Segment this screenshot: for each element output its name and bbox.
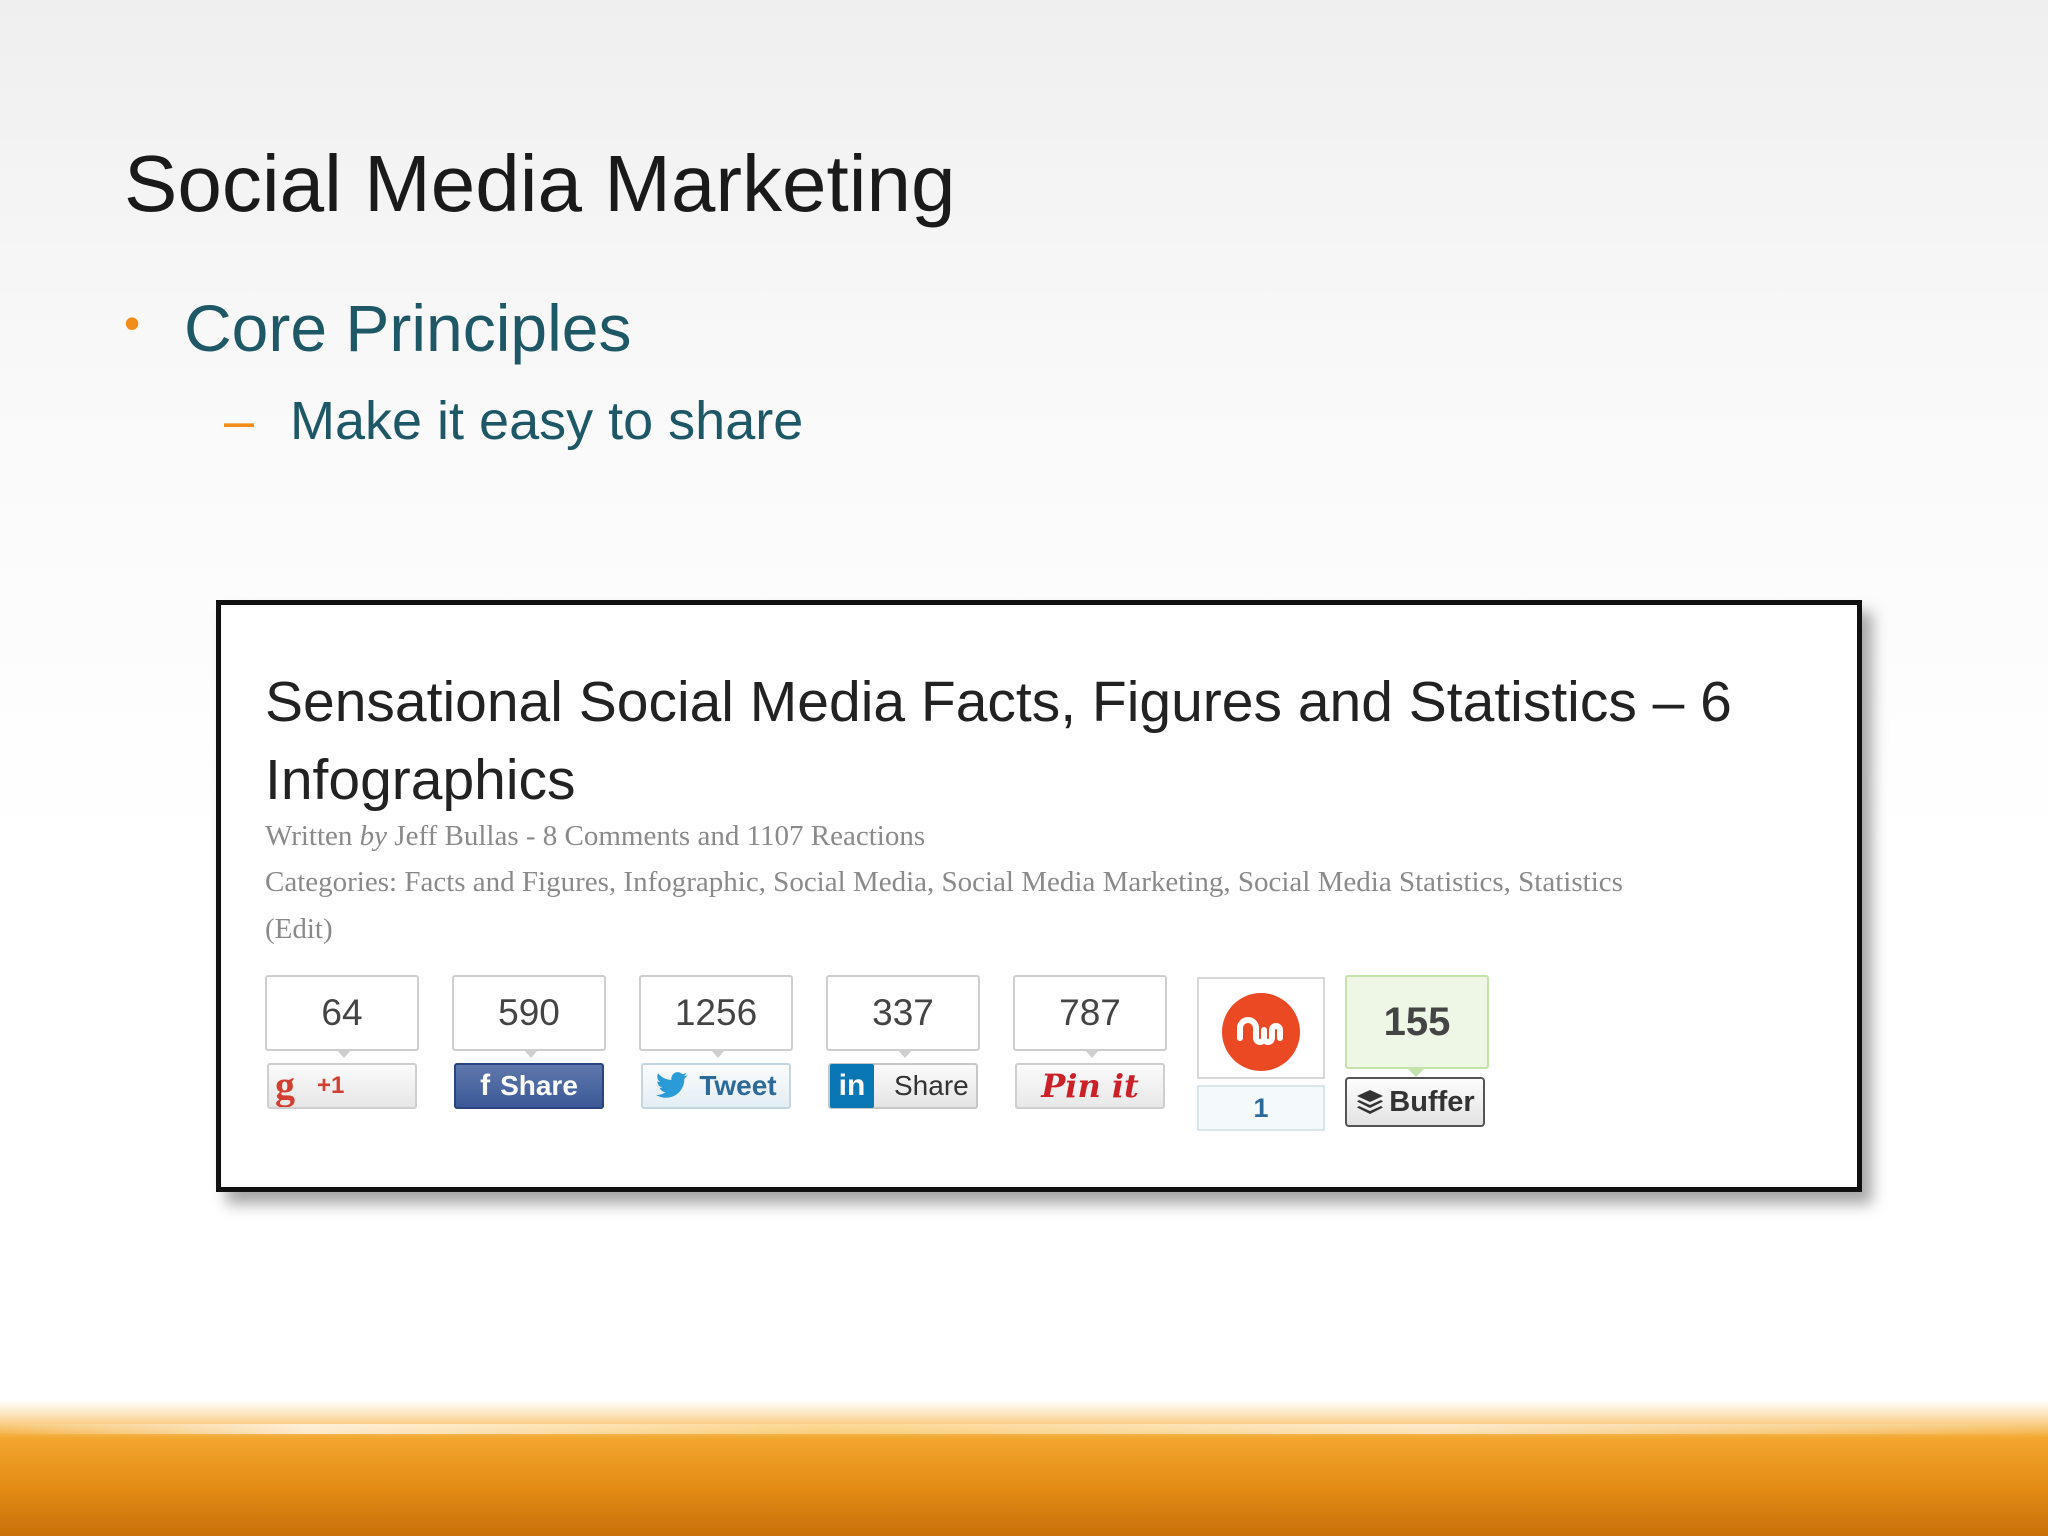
byline-and: and [690,820,747,852]
facebook-share-label: Share [500,1070,578,1101]
pin-it-label: Pin it [1041,1067,1139,1105]
categories-links[interactable]: Facts and Figures, Infographic, Social M… [404,866,1623,898]
post-title[interactable]: Sensational Social Media Facts, Figures … [265,663,1825,819]
svg-text:g: g [275,1065,295,1107]
byline-written: Written [265,820,360,852]
sub-bullet-marker: – [224,391,255,451]
linkedin-share-label: Share [894,1070,969,1101]
facebook-count: 590 [452,975,606,1058]
author-link[interactable]: Jeff Bullas [394,820,518,852]
buffer-count: 155 [1345,975,1489,1077]
buffer-label: Buffer [1389,1085,1475,1118]
pin-it-button[interactable]: Pin it [1015,1063,1165,1109]
sub-bullet-text: Make it easy to share [290,391,804,451]
decorative-horizon-streak [0,1424,2048,1434]
buffer-stack-icon [1357,1090,1384,1114]
blog-post-screenshot: Sensational Social Media Facts, Figures … [216,600,1862,1192]
linkedin-count: 337 [826,975,980,1058]
stumbleupon-count: 1 [1197,1085,1325,1131]
byline-by: by [359,820,388,852]
edit-link[interactable]: (Edit) [265,913,333,945]
post-byline: Written by Jeff Bullas - 8 Comments and … [265,813,1825,860]
reactions-count: 1107 Reactions [746,820,926,852]
pinterest-count: 787 [1013,975,1167,1058]
linkedin-share-button[interactable]: in Share [828,1063,978,1109]
comments-link[interactable]: 8 Comments [543,820,690,852]
facebook-icon: f [480,1069,491,1102]
categories-label: Categories: [265,866,405,898]
gplus-label: +1 [317,1072,345,1099]
linkedin-icon: in [830,1064,874,1108]
byline-separator: - [518,820,543,852]
stumbleupon-button[interactable] [1197,977,1325,1079]
tweet-button[interactable]: Tweet [641,1063,791,1109]
decorative-horizon-band [0,1400,2048,1536]
bullet-marker: • [124,297,141,349]
twitter-count: 1256 [639,975,793,1058]
slide-title: Social Media Marketing [124,139,956,228]
gplus-button[interactable]: g +1 [267,1063,417,1109]
facebook-share-button[interactable]: f Share [454,1063,604,1109]
twitter-bird-icon [656,1072,688,1098]
bullet-text: Core Principles [184,291,632,365]
stumbleupon-icon [1222,993,1300,1071]
google-plus-icon: g [275,1065,295,1107]
tweet-label: Tweet [699,1070,777,1101]
gplus-count: 64 [265,975,419,1058]
post-categories: Categories: Facts and Figures, Infograph… [265,859,1825,953]
buffer-button[interactable]: Buffer [1345,1077,1485,1127]
